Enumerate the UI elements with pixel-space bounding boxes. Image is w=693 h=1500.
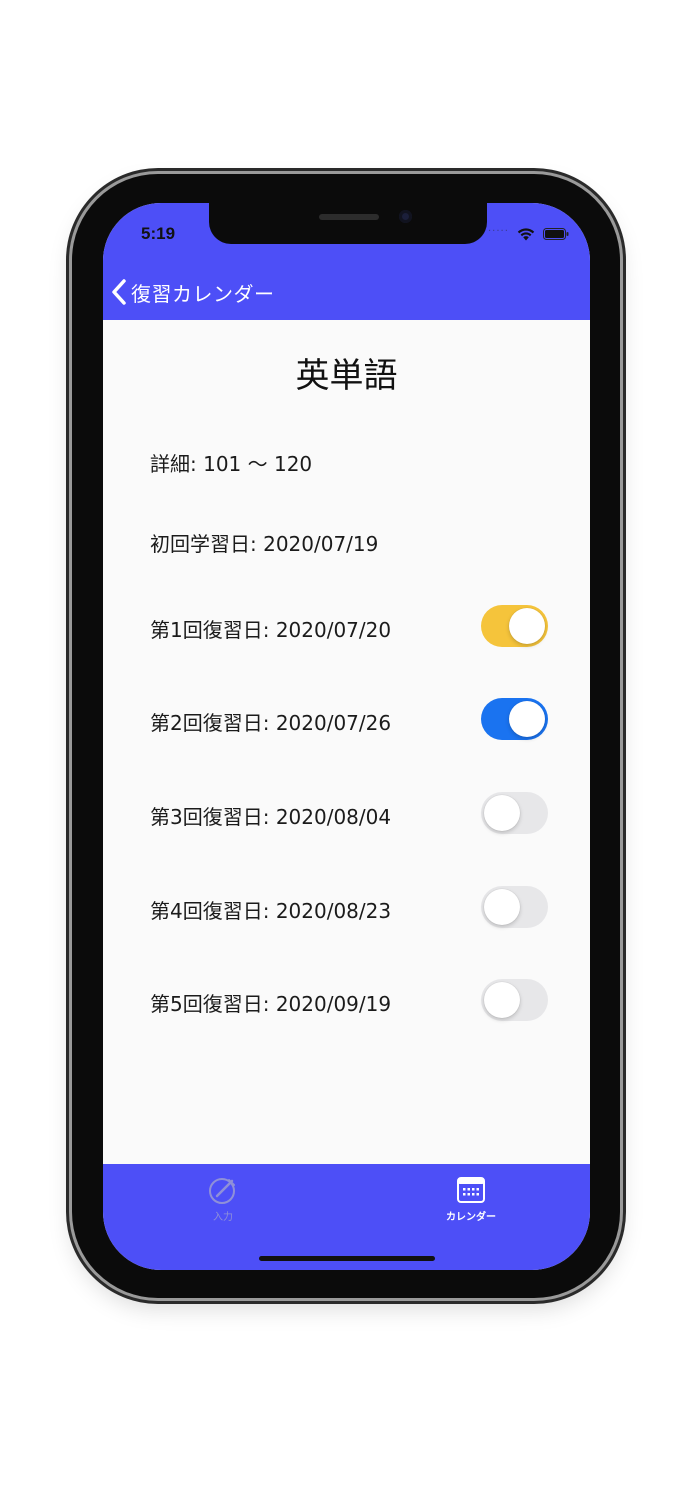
review-date-label: 第4回復習日: 2020/08/23	[150, 899, 392, 923]
tab-bar: 入力 カレンダー	[103, 1164, 590, 1270]
earpiece-speaker	[319, 214, 379, 220]
toggle-knob	[484, 795, 520, 831]
review-date-label: 第2回復習日: 2020/07/26	[150, 711, 392, 735]
navigation-bar: 5:19 ..... 復習カレンダー	[103, 203, 590, 320]
review-toggle-4[interactable]	[481, 886, 548, 928]
calendar-icon	[457, 1177, 485, 1203]
tab-input-label: 入力	[213, 1212, 233, 1223]
first-study-date: 初回学習日: 2020/07/19	[150, 532, 379, 556]
review-toggle-1[interactable]	[481, 605, 548, 647]
review-toggle-5[interactable]	[481, 979, 548, 1021]
review-row-4: 第4回復習日: 2020/08/23	[150, 886, 550, 930]
toggle-knob	[509, 608, 545, 644]
review-toggle-3[interactable]	[481, 792, 548, 834]
review-toggle-2[interactable]	[481, 698, 548, 740]
review-date-label: 第3回復習日: 2020/08/04	[150, 805, 392, 829]
chevron-left-icon	[112, 279, 126, 305]
front-camera	[399, 210, 412, 223]
notch	[209, 203, 487, 244]
home-indicator[interactable]	[259, 1256, 435, 1261]
review-row-5: 第5回復習日: 2020/09/19	[150, 979, 550, 1023]
back-button-label: 復習カレンダー	[131, 281, 275, 306]
back-button[interactable]: 復習カレンダー	[109, 277, 275, 307]
review-row-1: 第1回復習日: 2020/07/20	[150, 605, 550, 649]
toggle-knob	[509, 701, 545, 737]
toggle-knob	[484, 982, 520, 1018]
review-date-label: 第1回復習日: 2020/07/20	[150, 618, 392, 642]
tab-calendar-label: カレンダー	[446, 1212, 496, 1223]
signal-icon: .....	[488, 223, 509, 234]
phone-screen: 5:19 ..... 復習カレンダー 英単語 詳細: 101 〜 120 初回学…	[103, 203, 590, 1270]
tab-input[interactable]: 入力	[163, 1174, 283, 1234]
toggle-knob	[484, 889, 520, 925]
pencil-circle-icon	[209, 1178, 235, 1204]
battery-icon	[543, 228, 569, 240]
review-date-label: 第5回復習日: 2020/09/19	[150, 992, 392, 1016]
detail-range: 詳細: 101 〜 120	[150, 452, 313, 476]
page-title: 英単語	[295, 356, 398, 396]
wifi-icon	[517, 228, 535, 241]
review-row-2: 第2回復習日: 2020/07/26	[150, 698, 550, 742]
status-time: 5:19	[141, 224, 176, 243]
review-row-3: 第3回復習日: 2020/08/04	[150, 792, 550, 836]
tab-calendar[interactable]: カレンダー	[411, 1174, 531, 1234]
